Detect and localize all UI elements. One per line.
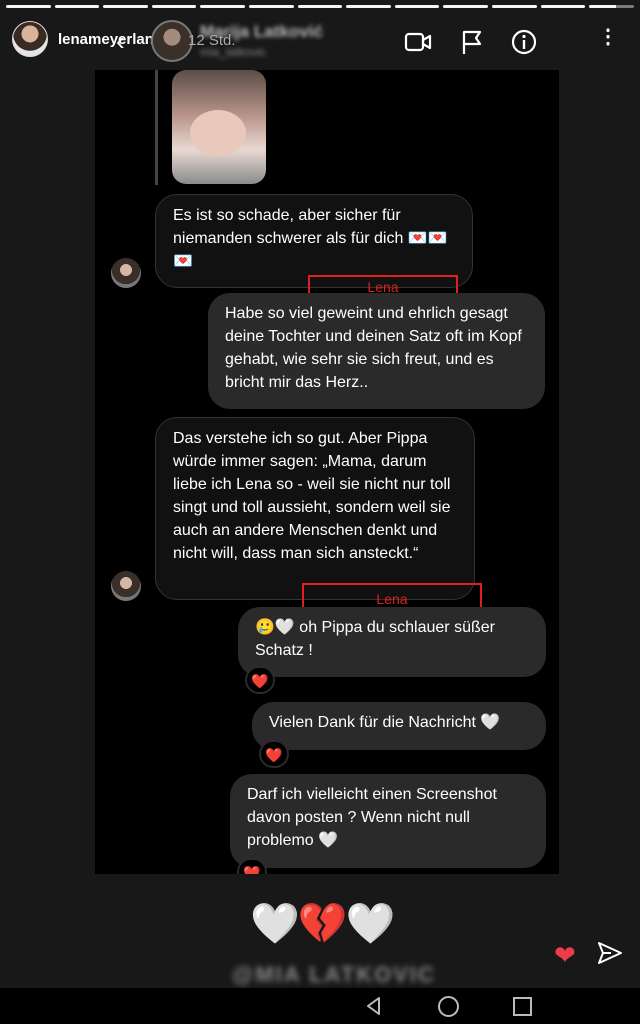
message-text: Es ist so schade, aber sicher für nieman… (173, 207, 448, 270)
progress-segment (492, 5, 537, 8)
system-navigation-bar (0, 988, 640, 1024)
video-camera-icon[interactable] (404, 28, 432, 56)
progress-segment (394, 5, 440, 8)
nav-home-icon[interactable] (438, 996, 459, 1017)
message-outgoing: Vielen Dank für die Nachricht 🤍 (252, 702, 546, 750)
more-options-icon[interactable]: ⋮ (598, 24, 618, 49)
progress-segment (346, 5, 391, 8)
message-text: Das verstehe ich so gut. Aber Pippa würd… (173, 430, 451, 562)
emoji-caption: 🤍💔🤍 (250, 902, 395, 946)
progress-segment (297, 5, 343, 8)
story-header: lenameyerlandrut ‹ Marija Latković mia_l… (0, 12, 640, 68)
heart-reaction-icon: ❤️ (259, 740, 289, 768)
heart-icon[interactable]: ❤ (554, 940, 576, 971)
nav-recents-icon[interactable] (513, 997, 532, 1016)
progress-segment (200, 5, 246, 8)
progress-segment (54, 5, 100, 8)
mention-caption: @MIA LATKOVIC (232, 962, 436, 987)
message-text: Darf ich vielleicht einen Screenshot dav… (247, 786, 497, 849)
message-text: Habe so viel geweint und ehrlich gesagt … (225, 305, 522, 391)
dm-screenshot: Es ist so schade, aber sicher für nieman… (95, 70, 559, 874)
avatar (111, 571, 141, 601)
message-incoming: Das verstehe ich so gut. Aber Pippa würd… (155, 417, 475, 600)
progress-segment (540, 5, 586, 8)
story-progress-bar (6, 5, 634, 8)
flag-icon[interactable] (458, 28, 486, 56)
progress-segment (443, 5, 489, 8)
message-incoming: Es ist so schade, aber sicher für nieman… (155, 194, 473, 288)
message-outgoing: 🥲🤍 oh Pippa du schlauer süßer Schatz ! (238, 607, 546, 677)
progress-segment (6, 5, 51, 8)
progress-segment (151, 5, 197, 8)
avatar[interactable] (12, 21, 48, 57)
progress-segment (249, 5, 294, 8)
chevron-left-icon: ‹ (116, 26, 125, 56)
message-outgoing: Darf ich vielleicht einen Screenshot dav… (230, 774, 546, 868)
progress-segment (589, 5, 634, 8)
chat-avatar (151, 20, 193, 62)
reply-line (155, 70, 168, 185)
message-text: 🥲🤍 oh Pippa du schlauer süßer Schatz ! (255, 619, 495, 659)
message-outgoing: Habe so viel geweint und ehrlich gesagt … (208, 293, 545, 409)
send-icon[interactable] (597, 940, 623, 966)
progress-segment (103, 5, 148, 8)
story-timestamp: 12 Std. (188, 32, 236, 49)
avatar (111, 258, 141, 288)
info-icon[interactable] (510, 28, 538, 56)
message-text: Vielen Dank für die Nachricht 🤍 (269, 714, 501, 731)
nav-back-icon[interactable] (364, 996, 384, 1016)
photo-face (190, 110, 246, 156)
heart-reaction-icon: ❤️ (245, 666, 275, 694)
